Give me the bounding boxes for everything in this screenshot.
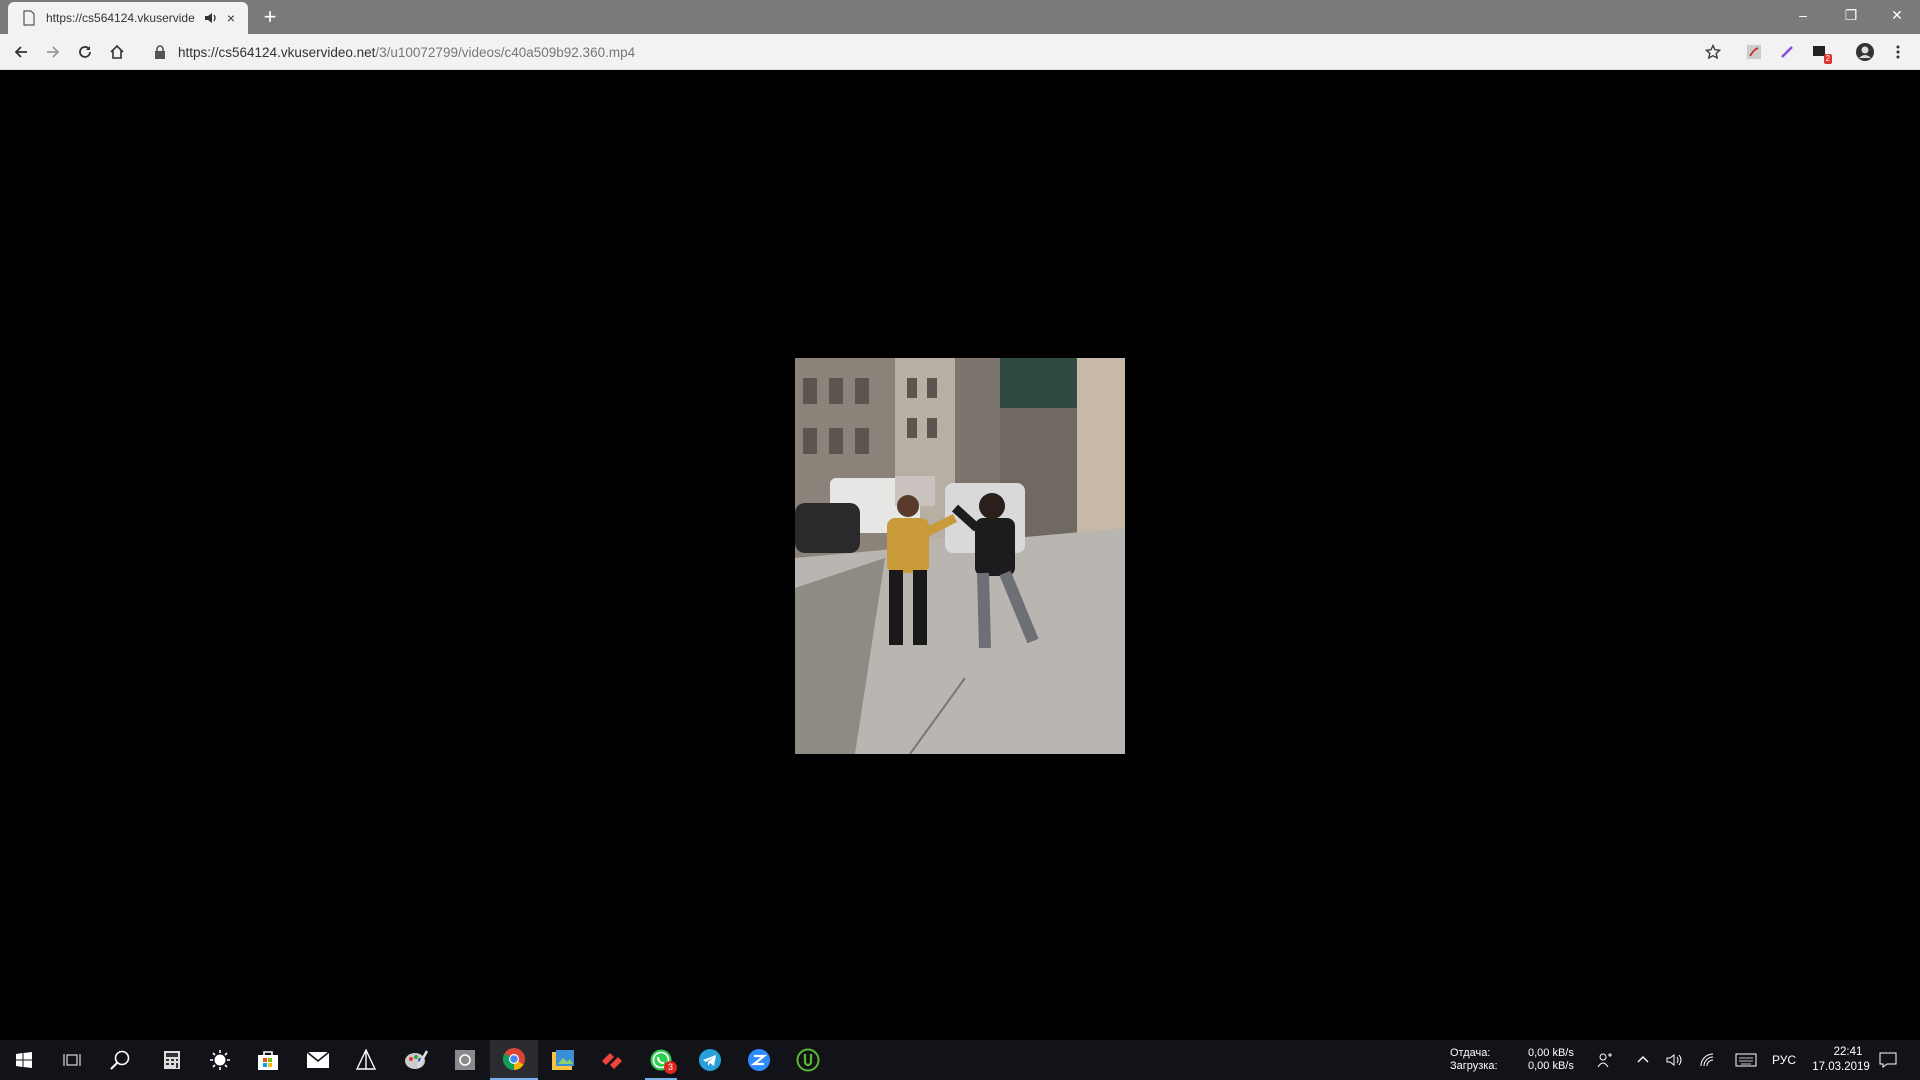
- tab-title: https://cs564124.vkuservide: [46, 11, 195, 25]
- camera-app[interactable]: [441, 1040, 489, 1080]
- palette-icon: [405, 1050, 428, 1069]
- telegram-icon: [699, 1049, 721, 1071]
- clock-time[interactable]: 22:41: [1822, 1046, 1874, 1059]
- star-icon: [1705, 44, 1721, 60]
- net-download-label: Загрузка:: [1450, 1060, 1498, 1072]
- photos-icon: [552, 1050, 574, 1070]
- cube-icon: [355, 1049, 377, 1070]
- notification-center-icon[interactable]: [1878, 1050, 1898, 1070]
- utorrent-icon: [796, 1048, 820, 1072]
- net-upload-label: Отдача:: [1450, 1047, 1491, 1059]
- people-icon[interactable]: [1595, 1050, 1615, 1070]
- video-viewport: [0, 71, 1920, 1041]
- calculator-app[interactable]: [148, 1040, 196, 1080]
- chevron-up-icon[interactable]: [1633, 1050, 1653, 1070]
- video-player[interactable]: [795, 358, 1125, 754]
- address-bar[interactable]: https://cs564124.vkuservideo.net/3/u1007…: [146, 38, 1706, 66]
- home-icon: [110, 44, 124, 59]
- bookmark-star-button[interactable]: [1701, 40, 1725, 64]
- new-tab-button[interactable]: +: [258, 6, 282, 30]
- keyboard-icon[interactable]: [1734, 1050, 1758, 1070]
- kebab-menu-icon: [1896, 45, 1900, 59]
- acrobat-icon: [1747, 45, 1761, 59]
- chrome-icon: [503, 1048, 525, 1070]
- forward-button[interactable]: [41, 40, 65, 64]
- anydesk-app[interactable]: [588, 1040, 636, 1080]
- windows-taskbar: 3 Отдача: Загрузка: 0,00 kB/s 0,00 kB/s …: [0, 1040, 1920, 1080]
- browser-toolbar: https://cs564124.vkuservideo.net/3/u1007…: [0, 34, 1920, 70]
- extension-badge: 2: [1823, 54, 1832, 64]
- window-close-button[interactable]: ✕: [1874, 0, 1920, 30]
- telegram-app[interactable]: [686, 1040, 734, 1080]
- start-button[interactable]: [0, 1040, 48, 1080]
- lock-icon[interactable]: [154, 45, 166, 59]
- reload-button[interactable]: [73, 40, 97, 64]
- utorrent-app[interactable]: [784, 1040, 832, 1080]
- camera-icon: [455, 1050, 475, 1070]
- browser-titlebar: https://cs564124.vkuservide × + – ❐ ✕: [0, 0, 1920, 34]
- home-button[interactable]: [105, 40, 129, 64]
- zoom-app[interactable]: [735, 1040, 783, 1080]
- back-button[interactable]: [9, 40, 33, 64]
- search-icon: [110, 1050, 130, 1070]
- store-app[interactable]: [244, 1040, 292, 1080]
- url-path: /3/u10072799/videos/c40a509b92.360.mp4: [375, 44, 636, 60]
- net-download-value: 0,00 kB/s: [1528, 1060, 1574, 1072]
- url-domain: https://cs564124.vkuservideo.net: [178, 44, 376, 60]
- browser-tab[interactable]: https://cs564124.vkuservide ×: [8, 2, 248, 34]
- shopping-bag-icon: [258, 1051, 278, 1070]
- network-icon[interactable]: [1698, 1050, 1718, 1070]
- 3d-viewer-app[interactable]: [342, 1040, 390, 1080]
- avatar-icon: [1856, 43, 1874, 61]
- arrow-left-icon: [14, 46, 27, 58]
- weather-app[interactable]: [196, 1040, 244, 1080]
- restore-button[interactable]: ❐: [1828, 0, 1874, 30]
- envelope-icon: [306, 1051, 330, 1068]
- paint-app[interactable]: [392, 1040, 440, 1080]
- input-language[interactable]: РУС: [1772, 1054, 1796, 1067]
- task-view-icon: [63, 1054, 81, 1066]
- task-view-button[interactable]: [48, 1040, 96, 1080]
- mail-app[interactable]: [294, 1040, 342, 1080]
- video-frame-street-scene: [795, 358, 1125, 754]
- url-text: https://cs564124.vkuservideo.net/3/u1007…: [178, 45, 635, 60]
- volume-icon[interactable]: [1665, 1050, 1685, 1070]
- reload-icon: [79, 46, 91, 58]
- pen-icon: [1781, 46, 1793, 58]
- clock-date[interactable]: 17.03.2019: [1806, 1061, 1876, 1074]
- pen-extension-button[interactable]: [1775, 40, 1799, 64]
- search-button[interactable]: [96, 1040, 144, 1080]
- net-upload-value: 0,00 kB/s: [1528, 1047, 1574, 1059]
- whatsapp-badge: 3: [664, 1061, 677, 1074]
- sun-icon: [210, 1050, 230, 1070]
- chrome-app[interactable]: [490, 1040, 538, 1080]
- windows-logo-icon: [16, 1052, 32, 1068]
- photos-app[interactable]: [539, 1040, 587, 1080]
- minimize-button[interactable]: –: [1780, 0, 1826, 30]
- tab-close-icon[interactable]: ×: [224, 11, 238, 25]
- zoom-icon: [748, 1049, 770, 1071]
- whatsapp-app[interactable]: 3: [637, 1040, 685, 1080]
- page-icon: [23, 10, 35, 26]
- calculator-icon: [164, 1051, 180, 1069]
- profile-avatar-button[interactable]: [1853, 40, 1877, 64]
- extension-with-badge-button[interactable]: 2: [1808, 40, 1832, 64]
- arrow-right-icon: [47, 46, 60, 58]
- audio-playing-icon[interactable]: [204, 11, 218, 25]
- anydesk-icon: [602, 1053, 622, 1069]
- browser-menu-button[interactable]: [1886, 40, 1910, 64]
- pdf-extension-button[interactable]: [1742, 40, 1766, 64]
